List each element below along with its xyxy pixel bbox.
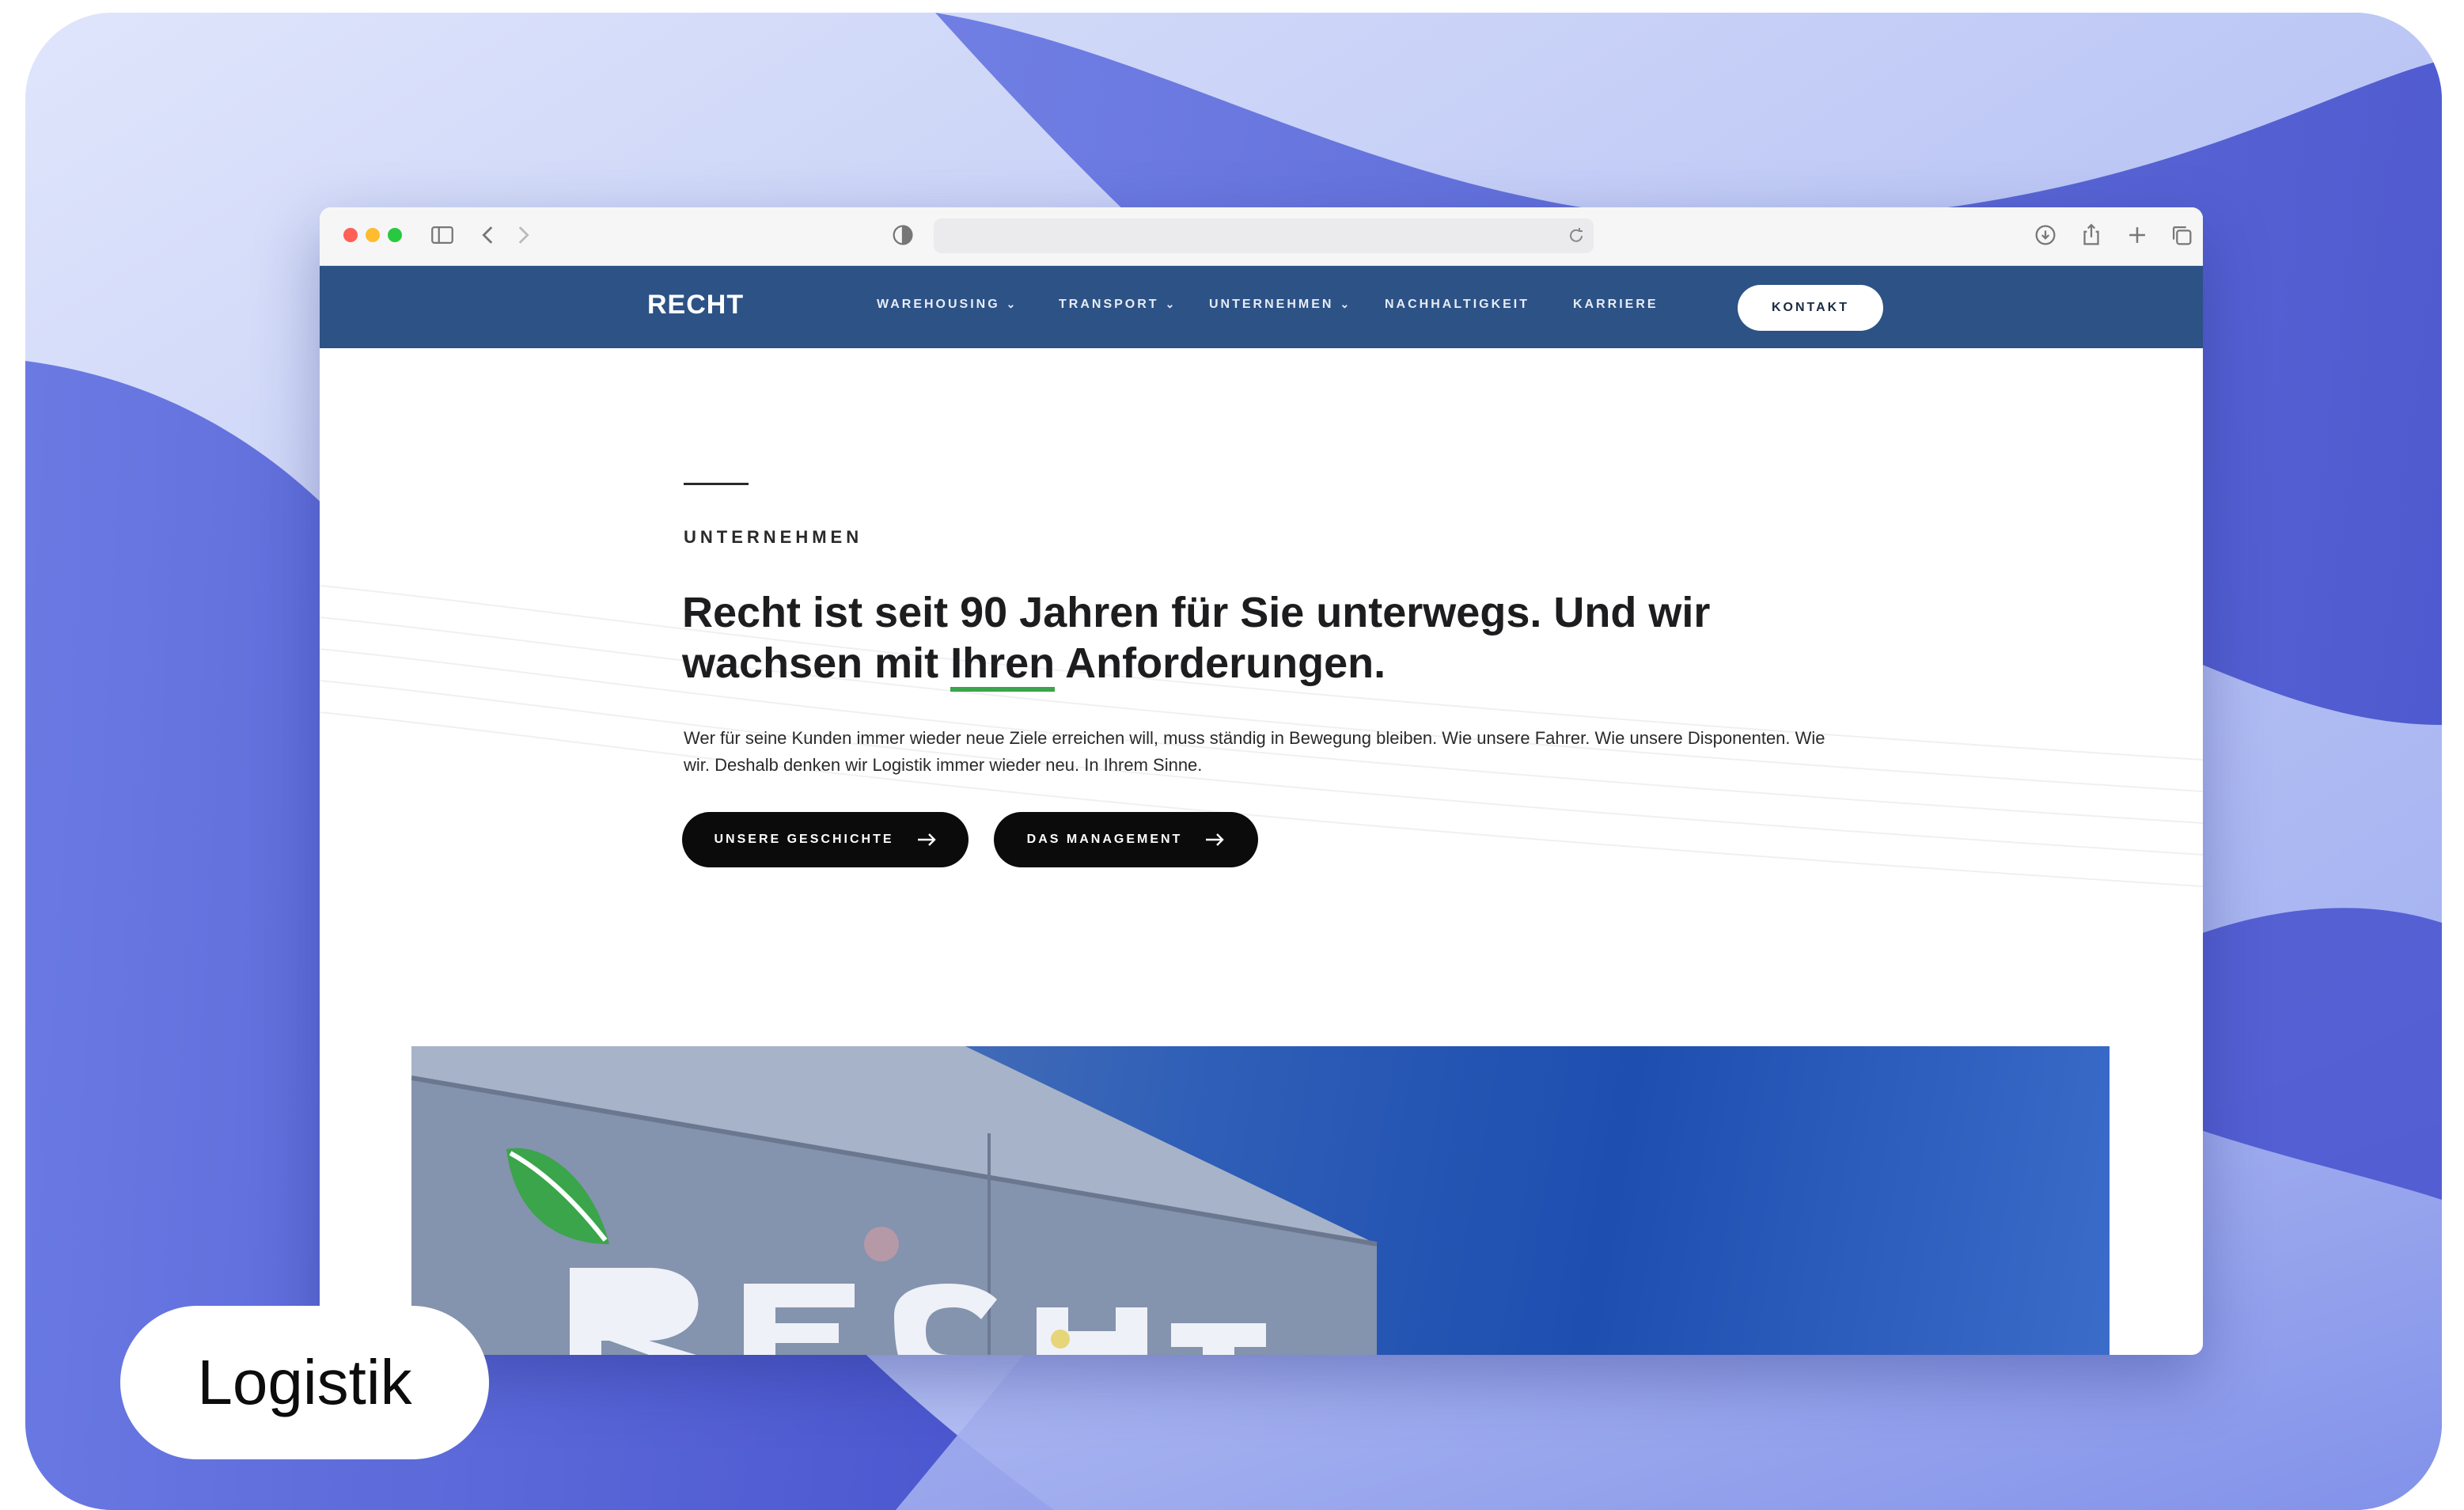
chevron-down-icon: ⌄: [1340, 298, 1350, 310]
arrow-right-icon: [917, 833, 936, 846]
hero-headline: Recht ist seit 90 Jahren für Sie unterwe…: [682, 587, 1790, 692]
nav-label: NACHHALTIGKEIT: [1385, 298, 1530, 311]
reload-icon[interactable]: [1567, 226, 1586, 245]
arrow-right-icon: [1206, 833, 1225, 846]
back-icon[interactable]: [475, 222, 502, 249]
sidebar-icon[interactable]: [429, 222, 456, 249]
new-tab-icon[interactable]: [2124, 222, 2151, 249]
nav-item-karriere[interactable]: KARRIERE: [1573, 298, 1658, 312]
close-window-button[interactable]: [343, 228, 358, 242]
contact-button[interactable]: KONTAKT: [1738, 285, 1883, 331]
nav-label: WAREHOUSING: [877, 298, 1000, 311]
chevron-down-icon: ⌄: [1165, 298, 1175, 310]
nav-item-transport[interactable]: TRANSPORT ⌄: [1059, 298, 1174, 312]
share-icon[interactable]: [2078, 222, 2105, 249]
eyebrow-divider: [684, 483, 749, 485]
chevron-down-icon: ⌄: [1006, 298, 1016, 310]
nav-item-warehousing[interactable]: WAREHOUSING ⌄: [877, 298, 1015, 312]
management-button[interactable]: DAS MANAGEMENT: [994, 812, 1258, 867]
zoom-window-button[interactable]: [388, 228, 402, 242]
headline-text-end: Anforderungen.: [1055, 639, 1386, 687]
browser-window: RECHT WAREHOUSING ⌄ TRANSPORT ⌄ UNTERNEHME…: [320, 207, 2203, 1355]
nav-label: UNTERNEHMEN: [1209, 298, 1334, 311]
button-label: UNSERE GESCHICHTE: [714, 833, 894, 846]
tabs-icon[interactable]: [2168, 222, 2195, 249]
site-navigation: RECHT WAREHOUSING ⌄ TRANSPORT ⌄ UNTERNEHME…: [320, 266, 2203, 348]
category-label: Logistik: [120, 1306, 489, 1459]
section-eyebrow: UNTERNEHMEN: [684, 527, 863, 547]
nav-item-nachhaltigkeit[interactable]: NACHHALTIGKEIT: [1385, 298, 1530, 312]
hero-paragraph: Wer für seine Kunden immer wieder neue Z…: [684, 728, 1825, 775]
showcase-card: RECHT WAREHOUSING ⌄ TRANSPORT ⌄ UNTERNEHME…: [25, 13, 2442, 1510]
our-story-button[interactable]: UNSERE GESCHICHTE: [682, 812, 969, 867]
forward-icon[interactable]: [510, 222, 536, 249]
button-label: DAS MANAGEMENT: [1026, 833, 1183, 846]
nav-label: KARRIERE: [1573, 298, 1658, 311]
nav-item-unternehmen[interactable]: UNTERNEHMEN ⌄: [1209, 298, 1349, 312]
address-bar[interactable]: [934, 218, 1594, 253]
minimize-window-button[interactable]: [366, 228, 380, 242]
download-icon[interactable]: [2032, 222, 2059, 249]
site-logo[interactable]: RECHT: [647, 290, 744, 326]
browser-toolbar: [320, 207, 2203, 266]
shield-icon[interactable]: [889, 222, 916, 249]
headline-highlight: Ihren: [950, 639, 1056, 692]
hero-photo: [411, 1046, 2110, 1355]
nav-label: TRANSPORT: [1059, 298, 1159, 311]
